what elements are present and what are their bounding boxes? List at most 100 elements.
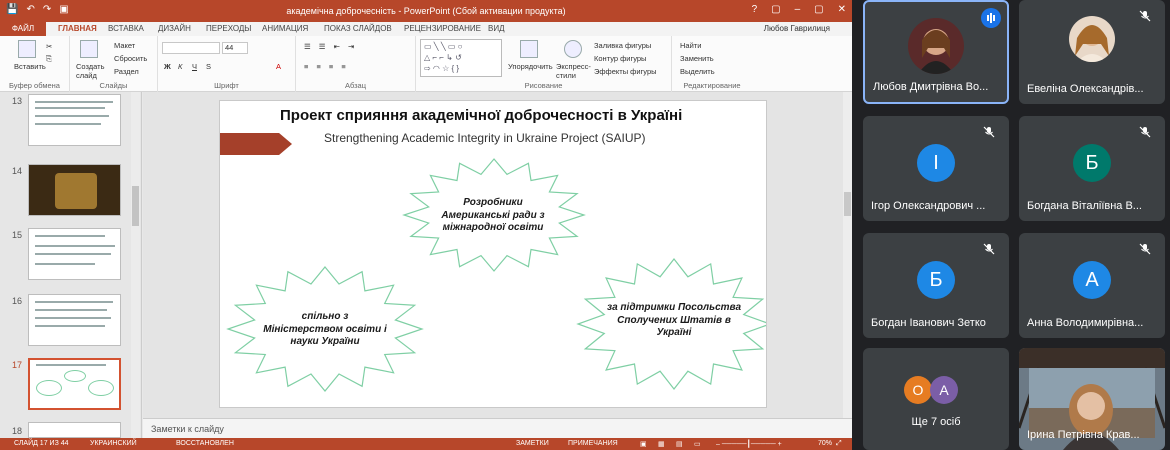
paste-icon[interactable] bbox=[18, 40, 36, 58]
notes-pane[interactable]: Заметки к слайду bbox=[143, 418, 852, 438]
paste-button[interactable]: Вставить bbox=[14, 62, 46, 71]
replace-button[interactable]: Заменить bbox=[680, 54, 714, 63]
participant-name: Ігор Олександрович ... bbox=[871, 200, 986, 212]
view-reading-icon[interactable]: ▤ bbox=[676, 440, 683, 448]
slide-thumbnail-18[interactable] bbox=[28, 422, 121, 438]
tab-home[interactable]: ГЛАВНАЯ bbox=[58, 24, 97, 33]
create-slide-button[interactable]: Создать слайд bbox=[76, 62, 106, 80]
fit-slide-icon[interactable]: ⤢ bbox=[836, 440, 842, 448]
tab-view[interactable]: ВИД bbox=[488, 24, 505, 33]
mic-off-icon bbox=[1139, 243, 1151, 255]
slide-title[interactable]: Проект сприяння академічної доброчесност… bbox=[280, 107, 766, 124]
zoom-slider[interactable]: – ─────┃───── + bbox=[716, 440, 782, 448]
view-normal-icon[interactable]: ▣ bbox=[640, 440, 647, 448]
participant-avatar: Б bbox=[1073, 144, 1111, 182]
participant-tile[interactable]: Б Богдан Іванович Зетко bbox=[863, 233, 1009, 338]
arrange-icon[interactable] bbox=[520, 40, 538, 58]
participant-tile[interactable]: Б Богдана Віталіївна В... bbox=[1019, 116, 1165, 221]
slide-thumbnail-15[interactable] bbox=[28, 228, 121, 280]
align-icon[interactable]: ≡ ≡ ≡ ≡ bbox=[304, 62, 349, 71]
bold-button[interactable]: Ж bbox=[164, 62, 171, 71]
shape-effects-button[interactable]: Эффекты фигуры bbox=[594, 67, 657, 76]
view-sorter-icon[interactable]: ▦ bbox=[658, 440, 665, 448]
mic-off-icon bbox=[1139, 10, 1151, 22]
group-editing: Найти Заменить Выделить Редактирование bbox=[672, 36, 752, 92]
participant-tile[interactable]: Любов Дмитрівна Во... bbox=[863, 0, 1009, 104]
font-family-combo[interactable] bbox=[162, 42, 220, 54]
participant-avatar: І bbox=[917, 144, 955, 182]
slide-thumbnail-13[interactable] bbox=[28, 94, 121, 146]
participant-name: Ірина Петрівна Крав... bbox=[1027, 429, 1140, 441]
italic-button[interactable]: К bbox=[178, 62, 182, 71]
layout-button[interactable]: Макет bbox=[114, 41, 135, 50]
close-icon[interactable]: ✕ bbox=[838, 4, 846, 15]
participant-name: Анна Володимирівна... bbox=[1027, 317, 1144, 329]
tab-transitions[interactable]: ПЕРЕХОДЫ bbox=[206, 24, 251, 33]
group-label: Абзац bbox=[344, 81, 367, 90]
shape-outline-button[interactable]: Контур фигуры bbox=[594, 54, 646, 63]
slide-scrollbar[interactable] bbox=[843, 92, 852, 418]
thumb-number: 14 bbox=[12, 166, 23, 176]
participant-tile[interactable]: А Анна Володимирівна... bbox=[1019, 233, 1165, 338]
new-slide-icon[interactable] bbox=[80, 40, 98, 58]
group-font: 44 Ж К Ч S А Шрифт bbox=[158, 36, 296, 92]
slide-thumbnail-16[interactable] bbox=[28, 294, 121, 346]
tab-insert[interactable]: ВСТАВКА bbox=[108, 24, 144, 33]
section-button[interactable]: Раздел bbox=[114, 67, 139, 76]
starburst-text-left: спільно з Міністерством освіти і науки У… bbox=[254, 311, 396, 349]
thumb-number: 15 bbox=[12, 230, 23, 240]
current-slide[interactable]: Проект сприяння академічної доброчесност… bbox=[219, 100, 767, 408]
strike-button[interactable]: S bbox=[206, 62, 211, 71]
window-buttons: ? ▢ – ▢ ✕ bbox=[752, 4, 846, 15]
quick-styles-icon[interactable] bbox=[564, 40, 582, 58]
language-indicator[interactable]: УКРАИНСКИЙ bbox=[90, 440, 137, 447]
user-name[interactable]: Любов Гаврилиця bbox=[764, 24, 830, 33]
participant-tile[interactable]: Евеліна Олександрів... bbox=[1019, 0, 1165, 104]
font-color-button[interactable]: А bbox=[276, 62, 281, 71]
reset-button[interactable]: Сбросить bbox=[114, 54, 147, 63]
thumbnails-scrollbar[interactable] bbox=[131, 92, 140, 438]
arrange-button[interactable]: Упорядочить bbox=[508, 62, 553, 71]
help-icon[interactable]: ? bbox=[752, 4, 758, 15]
select-button[interactable]: Выделить bbox=[680, 67, 715, 76]
thumb-number: 17 bbox=[12, 360, 23, 370]
bullets-icon[interactable]: ☰ ☰ ⇤ ⇥ bbox=[304, 42, 357, 51]
star-line: Розробники bbox=[463, 197, 523, 208]
view-slideshow-icon[interactable]: ▭ bbox=[694, 440, 701, 448]
tab-slideshow[interactable]: ПОКАЗ СЛАЙДОВ bbox=[324, 24, 392, 33]
more-participants-tile[interactable]: О А Ще 7 осіб bbox=[863, 348, 1009, 450]
shapes-gallery[interactable]: ▭ ╲ ╲ ▭ ○ △ ⌐ ⌐ ↳ ↺ ⇨ ◠ ☆ { } bbox=[420, 39, 502, 77]
slide-thumbnail-14[interactable] bbox=[28, 164, 121, 216]
participant-avatar: А bbox=[1073, 261, 1111, 299]
star-line: Американські ради з bbox=[441, 209, 545, 221]
participant-name: Богдан Іванович Зетко bbox=[871, 317, 986, 329]
mic-off-icon bbox=[983, 126, 995, 138]
quick-styles-button[interactable]: Экспресс-стили bbox=[556, 62, 596, 80]
slide-thumbnail-17[interactable] bbox=[28, 358, 121, 410]
maximize-icon[interactable]: ▢ bbox=[814, 4, 823, 15]
font-size-combo[interactable]: 44 bbox=[222, 42, 248, 54]
zoom-level[interactable]: 70% bbox=[818, 440, 832, 447]
tab-review[interactable]: РЕЦЕНЗИРОВАНИЕ bbox=[404, 24, 481, 33]
ribbon-display-icon[interactable]: ▢ bbox=[771, 4, 780, 15]
shape-fill-button[interactable]: Заливка фигуры bbox=[594, 41, 651, 50]
tab-design[interactable]: ДИЗАЙН bbox=[158, 24, 191, 33]
copy-icon[interactable]: ⎘ bbox=[46, 54, 52, 64]
comments-toggle[interactable]: ПРИМЕЧАНИЯ bbox=[568, 440, 618, 447]
minimize-icon[interactable]: – bbox=[795, 4, 801, 15]
star-line: спільно з bbox=[301, 311, 349, 322]
participant-name: Богдана Віталіївна В... bbox=[1027, 200, 1142, 212]
tab-animation[interactable]: АНИМАЦИЯ bbox=[262, 24, 308, 33]
notes-toggle[interactable]: ЗАМЕТКИ bbox=[516, 440, 549, 447]
find-button[interactable]: Найти bbox=[680, 41, 701, 50]
participant-tile[interactable]: І Ігор Олександрович ... bbox=[863, 116, 1009, 221]
more-participants-label: Ще 7 осіб bbox=[911, 416, 961, 428]
tab-file[interactable]: ФАЙЛ bbox=[0, 22, 46, 36]
slide-subtitle[interactable]: Strengthening Academic Integrity in Ukra… bbox=[324, 131, 754, 145]
star-line: науки України bbox=[290, 336, 360, 347]
underline-button[interactable]: Ч bbox=[192, 62, 197, 71]
participant-video-tile[interactable]: Ірина Петрівна Крав... bbox=[1019, 348, 1165, 450]
ribbon-tabs: ФАЙЛ ГЛАВНАЯ ВСТАВКА ДИЗАЙН ПЕРЕХОДЫ АНИ… bbox=[0, 22, 852, 36]
group-label: Слайды bbox=[99, 81, 128, 90]
cut-icon[interactable]: ✂ bbox=[46, 42, 52, 51]
